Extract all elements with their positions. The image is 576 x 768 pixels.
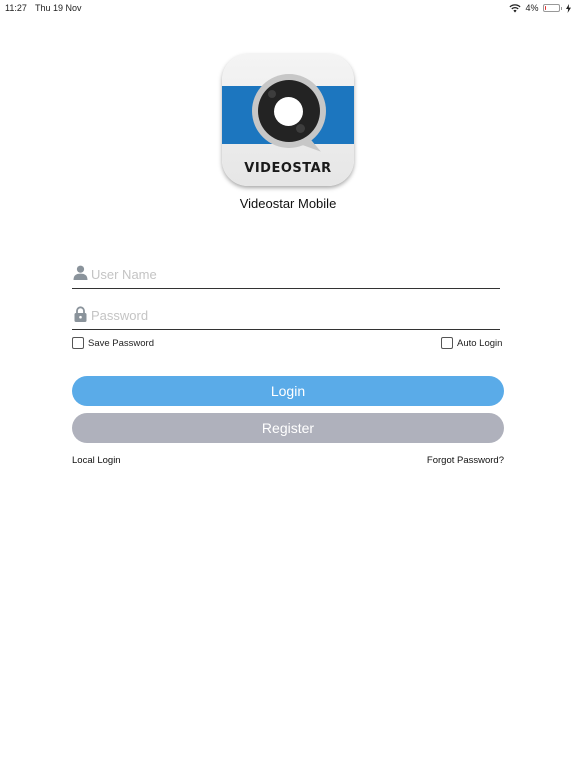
status-indicators: 4% [509, 2, 571, 14]
battery-body [542, 4, 560, 12]
lock-icon [73, 306, 88, 322]
status-bar: 11:27 Thu 19 Nov 4% [0, 0, 576, 16]
logo-lens-dot [268, 90, 276, 98]
status-date: Thu 19 Nov [35, 3, 82, 13]
auto-login-checkbox[interactable] [441, 337, 453, 349]
login-button[interactable]: Login [72, 376, 504, 406]
logo-lens-center [274, 97, 303, 126]
app-name: Videostar Mobile [239, 196, 337, 211]
password-field[interactable] [72, 303, 500, 330]
battery-fill [544, 6, 546, 10]
logo-lens-dot [296, 124, 305, 133]
save-password-checkbox[interactable] [72, 337, 84, 349]
battery-icon [542, 4, 562, 12]
battery-percent: 4% [525, 3, 539, 13]
battery-cap [560, 6, 562, 10]
charging-icon [566, 3, 571, 13]
save-password-option[interactable]: Save Password [72, 337, 154, 349]
auto-login-option[interactable]: Auto Login [441, 337, 502, 349]
status-time: 11:27 [5, 3, 27, 13]
username-input[interactable] [91, 262, 491, 286]
app-logo: VIDEOSTAR [222, 54, 354, 186]
forgot-password-link[interactable]: Forgot Password? [427, 455, 504, 466]
wifi-icon [509, 3, 522, 13]
auto-login-label: Auto Login [457, 337, 503, 349]
save-password-label: Save Password [88, 337, 155, 349]
password-input[interactable] [91, 303, 491, 327]
local-login-link[interactable]: Local Login [72, 455, 121, 466]
register-button[interactable]: Register [72, 413, 504, 443]
username-field[interactable] [72, 262, 500, 289]
user-icon [73, 265, 88, 280]
logo-wordmark: VIDEOSTAR [244, 161, 332, 176]
